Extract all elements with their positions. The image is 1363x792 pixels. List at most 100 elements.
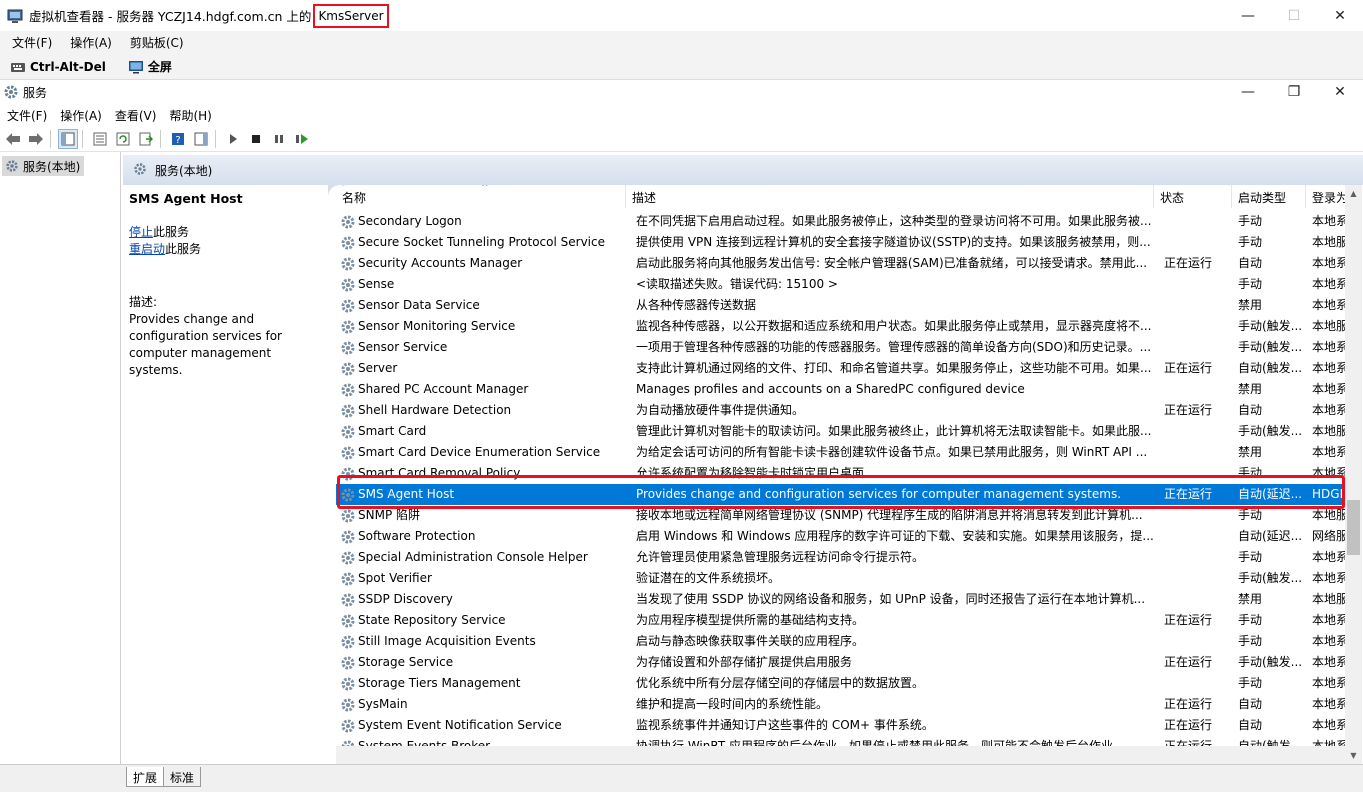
service-startup-type: 手动 xyxy=(1238,613,1263,627)
service-row[interactable]: Server 支持此计算机通过网络的文件、打印、和命名管道共享。如果服务停止，这些… xyxy=(336,358,1346,379)
start-service-button[interactable] xyxy=(223,129,243,149)
export-list-button[interactable] xyxy=(136,129,156,149)
service-logon-as: 本地系 xyxy=(1312,277,1346,291)
show-action-pane-button[interactable] xyxy=(191,129,211,149)
service-row[interactable]: Shell Hardware Detection 为自动播放硬件事件提供通知。 正在… xyxy=(336,400,1346,421)
service-name: Smart Card Removal Policy xyxy=(358,466,521,480)
tree-item-services-local[interactable]: 服务(本地) xyxy=(2,156,84,176)
column-description[interactable]: 描述 xyxy=(626,185,1154,208)
service-name-cell: Still Image Acquisition Events xyxy=(340,631,630,652)
service-row[interactable]: Secure Socket Tunneling Protocol Service… xyxy=(336,232,1346,253)
menu-file[interactable]: 文件(F) xyxy=(7,107,47,124)
service-row[interactable]: Secondary Logon 在不同凭据下启用启动过程。如果此服务被停止，这种类… xyxy=(336,211,1346,232)
service-row[interactable]: Spot Verifier 验证潜在的文件系统损坏。 手动(触发... 本地系 xyxy=(336,568,1346,589)
service-row[interactable]: Smart Card Removal Policy 允许系统配置为移除智能卡时锁定… xyxy=(336,463,1346,484)
service-description: 一项用于管理各种传感器的功能的传感器服务。管理传感器的简单设备方向(SDO)和历… xyxy=(636,340,1152,354)
service-row[interactable]: SMS Agent Host Provides change and config… xyxy=(336,484,1346,505)
tab-extended[interactable]: 扩展 xyxy=(126,767,165,787)
column-status[interactable]: 状态 xyxy=(1154,185,1232,208)
column-name[interactable]: 名称 ^ xyxy=(336,185,626,208)
stop-service-button[interactable] xyxy=(246,129,266,149)
service-name: SNMP 陷阱 xyxy=(358,508,420,522)
vm-viewer-icon xyxy=(7,9,23,23)
service-row[interactable]: Storage Service 为存储设置和外部存储扩展提供启用服务 正在运行 手动(… xyxy=(336,652,1346,673)
service-row[interactable]: Sensor Data Service 从各种传感器传送数据 禁用 本地系 xyxy=(336,295,1346,316)
service-row[interactable]: Sensor Monitoring Service 监视各种传感器，以公开数据和适… xyxy=(336,316,1346,337)
service-row[interactable]: Smart Card Device Enumeration Service 为给定… xyxy=(336,442,1346,463)
scroll-down-icon[interactable]: ▼ xyxy=(1345,747,1362,764)
services-restore-button[interactable]: ❐ xyxy=(1271,80,1317,104)
service-name-cell: Special Administration Console Helper xyxy=(340,547,630,568)
service-row[interactable]: System Event Notification Service 监视系统事件并… xyxy=(336,715,1346,736)
service-row[interactable]: SSDP Discovery 当发现了使用 SSDP 协议的网络设备和服务，如 U… xyxy=(336,589,1346,610)
tab-standard[interactable]: 标准 xyxy=(163,767,202,787)
forward-button[interactable] xyxy=(26,129,46,149)
column-startup-type[interactable]: 启动类型 xyxy=(1232,185,1306,208)
service-row[interactable]: Sensor Service 一项用于管理各种传感器的功能的传感器服务。管理传感器… xyxy=(336,337,1346,358)
service-row[interactable]: Storage Tiers Management 优化系统中所有分层存储空间的存储… xyxy=(336,673,1346,694)
menu-help[interactable]: 帮助(H) xyxy=(169,107,211,124)
stop-service-link[interactable]: 停止 xyxy=(129,225,153,239)
vm-menu-file[interactable]: 文件(F) xyxy=(12,34,52,51)
scroll-thumb[interactable] xyxy=(1347,500,1360,555)
service-gear-icon xyxy=(341,656,355,669)
show-hide-console-tree-button[interactable] xyxy=(58,128,78,149)
vm-close-button[interactable]: ✕ xyxy=(1317,0,1363,31)
service-status xyxy=(1164,631,1234,652)
service-logon-as: 本地系 xyxy=(1312,298,1346,312)
sort-ascending-icon: ^ xyxy=(481,185,489,193)
vm-menu-action[interactable]: 操作(A) xyxy=(70,34,112,51)
service-name-cell: Sensor Service xyxy=(340,337,630,358)
service-logon-as: 本地服 xyxy=(1312,235,1346,249)
service-row[interactable]: Shared PC Account Manager Manages profile… xyxy=(336,379,1346,400)
menu-action[interactable]: 操作(A) xyxy=(60,107,102,124)
fullscreen-label: 全屏 xyxy=(147,60,172,74)
scroll-up-icon[interactable]: ▲ xyxy=(1345,185,1362,202)
pane-header-title: 服务(本地) xyxy=(155,163,213,178)
service-row[interactable]: SNMP 陷阱 接收本地或远程简单网络管理协议 (SNMP) 代理程序生成的陷阱消… xyxy=(336,505,1346,526)
service-startup-type: 禁用 xyxy=(1238,445,1263,459)
service-row[interactable]: Security Accounts Manager 启动此服务将向其他服务发出信号… xyxy=(336,253,1346,274)
service-status xyxy=(1164,589,1234,610)
service-name-cell: System Event Notification Service xyxy=(340,715,630,736)
restart-service-button[interactable] xyxy=(292,129,312,149)
help-button[interactable]: ? xyxy=(168,129,188,149)
column-startup-label: 启动类型 xyxy=(1238,191,1287,205)
service-row[interactable]: Still Image Acquisition Events 启动与静态映像获取事… xyxy=(336,631,1346,652)
service-row[interactable]: Special Administration Console Helper 允许管… xyxy=(336,547,1346,568)
service-status xyxy=(1164,442,1234,463)
back-button[interactable] xyxy=(3,129,23,149)
horizontal-scrollbar[interactable] xyxy=(336,746,1345,764)
restart-service-link[interactable]: 重启动 xyxy=(129,242,165,256)
service-gear-icon xyxy=(341,383,355,396)
services-minimize-button[interactable]: — xyxy=(1225,80,1271,104)
service-status xyxy=(1164,547,1234,568)
service-logon-as: 本地系 xyxy=(1312,655,1346,669)
stop-icon xyxy=(252,134,260,143)
service-row[interactable]: SysMain 维护和提高一段时间内的系统性能。 正在运行 自动 本地系 xyxy=(336,694,1346,715)
pause-service-button[interactable] xyxy=(269,129,289,149)
service-row[interactable]: Software Protection 启用 Windows 和 Windows … xyxy=(336,526,1346,547)
menu-view[interactable]: 查看(V) xyxy=(115,107,157,124)
service-row[interactable]: Sense <读取描述失败。错误代码: 15100 > 手动 本地系 xyxy=(336,274,1346,295)
service-logon-as: 本地系 xyxy=(1312,718,1346,732)
service-logon-as: 本地服 xyxy=(1312,592,1346,606)
service-status xyxy=(1164,568,1234,589)
fullscreen-button[interactable]: 全屏 xyxy=(128,58,172,75)
vm-minimize-button[interactable]: — xyxy=(1225,0,1271,31)
services-close-button[interactable]: ✕ xyxy=(1317,80,1363,104)
vertical-scrollbar[interactable]: ▲ ▼ xyxy=(1345,185,1362,764)
service-startup-type: 自动 xyxy=(1238,403,1263,417)
service-description: 当发现了使用 SSDP 协议的网络设备和服务，如 UPnP 设备，同时还报告了运… xyxy=(636,592,1146,606)
service-row[interactable]: Smart Card 管理此计算机对智能卡的取读访问。如果此服务被终止，此计算机将… xyxy=(336,421,1346,442)
vm-maximize-button[interactable]: ☐ xyxy=(1271,0,1317,31)
service-name-cell: SSDP Discovery xyxy=(340,589,630,610)
vm-menu-clipboard[interactable]: 剪贴板(C) xyxy=(130,34,184,51)
service-startup-type: 手动(触发... xyxy=(1238,319,1303,333)
refresh-button[interactable] xyxy=(113,129,133,149)
service-row[interactable]: State Repository Service 为应用程序模型提供所需的基础结构… xyxy=(336,610,1346,631)
properties-button[interactable] xyxy=(90,129,110,149)
ctrl-alt-del-button[interactable]: Ctrl-Alt-Del xyxy=(10,60,106,74)
services-list: 名称 ^ 描述 状态 启动类型 登录为 Secondary Logon 在不同凭据… xyxy=(336,185,1363,764)
service-gear-icon xyxy=(341,719,355,732)
